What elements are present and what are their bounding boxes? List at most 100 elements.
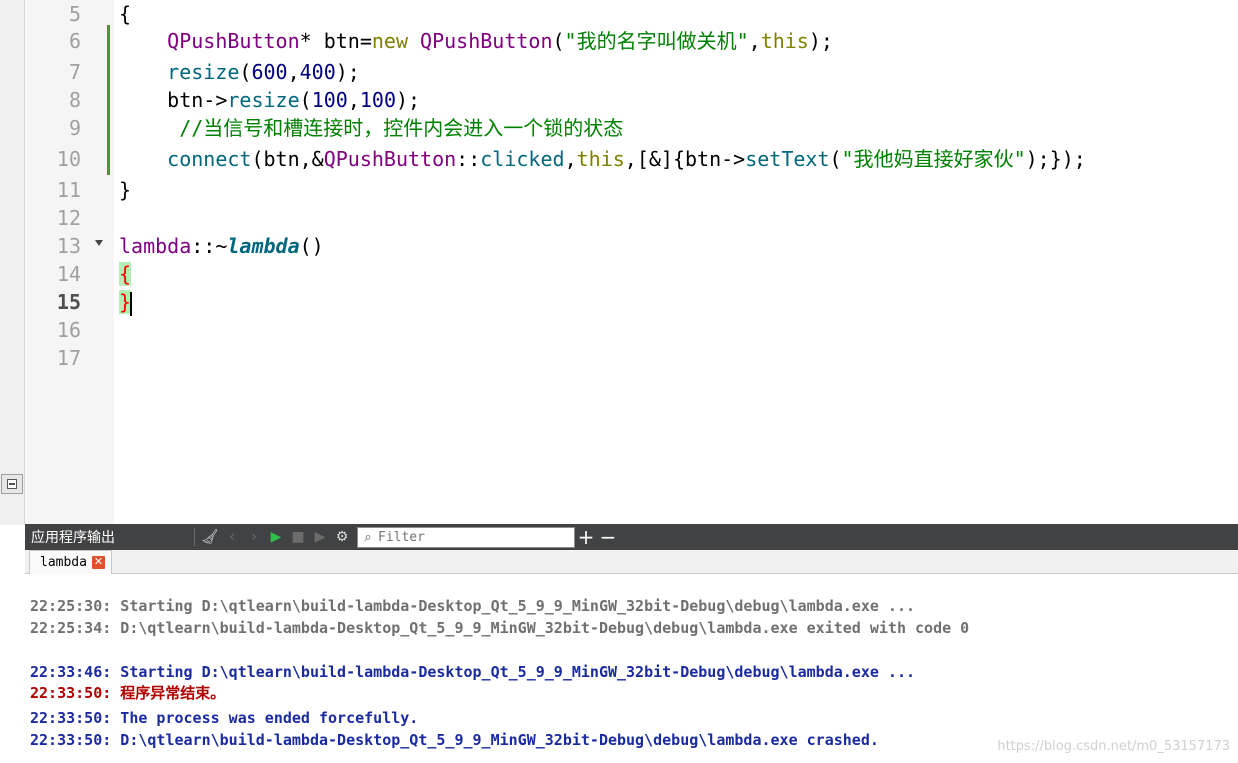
code-token: ( <box>239 60 252 84</box>
line-number: 10 <box>56 147 81 171</box>
output-line-error: 22:33:50: 程序异常结束。 <box>30 684 226 702</box>
code-line-6: QPushButton* btn=new QPushButton("我的名字叫做… <box>119 27 833 55</box>
filter-input[interactable] <box>378 529 568 545</box>
code-token: QPushButton <box>167 29 300 53</box>
left-side-strip <box>0 0 25 525</box>
stop-icon[interactable]: ■ <box>287 526 309 548</box>
code-token: ( <box>829 147 842 171</box>
code-token: ( <box>299 88 312 112</box>
code-editor[interactable]: { QPushButton* btn=new QPushButton("我的名字… <box>114 0 1238 524</box>
attach-debugger-icon[interactable]: ▶ <box>309 526 331 548</box>
toolbar-separator <box>194 528 195 546</box>
code-line-8: btn->resize(100,100); <box>119 86 420 114</box>
zoom-out-icon[interactable]: − <box>597 527 619 547</box>
code-line-14: { <box>119 260 132 288</box>
code-token: QPushButton <box>420 29 553 53</box>
settings-icon[interactable]: ⚙ <box>331 526 353 548</box>
collapse-pane-button[interactable] <box>1 474 23 494</box>
fold-arrow-icon[interactable] <box>95 240 103 246</box>
code-token: ( <box>552 29 565 53</box>
code-token: clicked <box>480 147 565 171</box>
next-icon[interactable]: › <box>243 526 265 548</box>
code-token: , <box>347 88 360 112</box>
code-token: lambda <box>119 234 192 258</box>
text-cursor <box>130 291 133 316</box>
zoom-in-icon[interactable]: + <box>575 527 597 547</box>
code-token: setText <box>745 147 830 171</box>
code-line-11: } <box>119 176 131 204</box>
line-number: 6 <box>68 29 81 53</box>
tab-lambda[interactable]: lambda ✕ <box>29 550 112 574</box>
code-token: ::~ <box>191 234 228 258</box>
tab-label: lambda <box>40 555 87 570</box>
collapse-icon <box>7 479 17 489</box>
code-token: * btn= <box>299 29 372 53</box>
watermark: https://blog.csdn.net/m0_53157173 <box>997 739 1230 754</box>
line-number: 8 <box>68 88 81 112</box>
code-token: (btn,& <box>251 147 324 171</box>
filter-field[interactable]: ⌕ <box>357 526 575 548</box>
code-line-10: connect(btn,&QPushButton::clicked,this,[… <box>119 145 1086 173</box>
matched-brace: { <box>119 262 132 286</box>
code-token: "我他妈直接好家伙" <box>841 147 1026 171</box>
code-token: this <box>760 29 809 53</box>
close-icon[interactable]: ✕ <box>91 556 105 569</box>
code-token: { <box>119 2 132 26</box>
code-token: resize <box>167 60 240 84</box>
code-token: } <box>119 178 132 202</box>
code-line-5: { <box>119 0 131 28</box>
code-token: , <box>564 147 577 171</box>
code-token: ,[&]{btn-> <box>624 147 746 171</box>
output-pane-toolbar: 应用程序输出 🧹︎ ‹ › ▶ ■ ▶ ⚙ ⌕ + − <box>25 524 1238 550</box>
code-token: ); <box>395 88 421 112</box>
code-token: , <box>748 29 761 53</box>
output-pane-title: 应用程序输出 <box>31 530 115 546</box>
line-number: 16 <box>56 318 81 342</box>
code-token: lambda <box>227 234 300 258</box>
output-line: 22:25:30: Starting D:\qtlearn\build-lamb… <box>30 597 916 615</box>
code-token: ); <box>335 60 360 84</box>
search-icon: ⌕ <box>364 529 372 545</box>
code-token: "我的名字叫做关机" <box>564 29 749 53</box>
code-token: btn-> <box>167 88 228 112</box>
prev-icon[interactable]: ‹ <box>221 526 243 548</box>
line-number: 11 <box>56 178 81 202</box>
code-token: , <box>287 60 300 84</box>
line-number-gutter: 5 6 7 8 9 10 11 12 13 14 15 16 17 <box>25 0 114 524</box>
code-token: new <box>371 29 408 53</box>
current-line-number: 15 <box>56 290 81 314</box>
code-token: 100 <box>359 88 396 112</box>
code-line-13: lambda::~lambda() <box>119 232 324 260</box>
line-number: 14 <box>56 262 81 286</box>
line-number: 17 <box>56 346 81 370</box>
output-tab-bar: lambda ✕ <box>25 550 1238 574</box>
code-token: 600 <box>251 60 288 84</box>
code-token: 100 <box>311 88 348 112</box>
code-line-9: //当信号和槽连接时，控件内会进入一个锁的状态 <box>119 114 623 142</box>
line-number: 7 <box>68 60 81 84</box>
output-line: 22:25:34: D:\qtlearn\build-lambda-Deskto… <box>30 619 970 637</box>
run-icon[interactable]: ▶ <box>265 526 287 548</box>
code-token: 400 <box>299 60 336 84</box>
code-token: connect <box>167 147 252 171</box>
clear-icon[interactable]: 🧹︎ <box>199 526 221 548</box>
code-comment: //当信号和槽连接时，控件内会进入一个锁的状态 <box>179 116 624 140</box>
code-token: );}); <box>1025 147 1086 171</box>
code-token: this <box>576 147 625 171</box>
code-line-7: resize(600,400); <box>119 58 360 86</box>
code-token: ); <box>808 29 833 53</box>
line-number: 12 <box>56 206 81 230</box>
code-token: :: <box>456 147 481 171</box>
application-output[interactable]: 22:25:30: Starting D:\qtlearn\build-lamb… <box>25 575 1238 763</box>
output-line: 22:33:50: D:\qtlearn\build-lambda-Deskto… <box>30 731 879 749</box>
output-line: 22:33:46: Starting D:\qtlearn\build-lamb… <box>30 663 916 681</box>
output-line: 22:33:50: The process was ended forceful… <box>30 709 419 727</box>
line-number: 13 <box>56 234 81 258</box>
line-number: 5 <box>68 2 81 26</box>
code-line-15: } <box>119 288 133 316</box>
code-token: () <box>299 234 324 258</box>
change-marker-bar <box>107 25 110 175</box>
code-token: QPushButton <box>323 147 457 171</box>
code-token: resize <box>227 88 300 112</box>
line-number: 9 <box>68 116 81 140</box>
